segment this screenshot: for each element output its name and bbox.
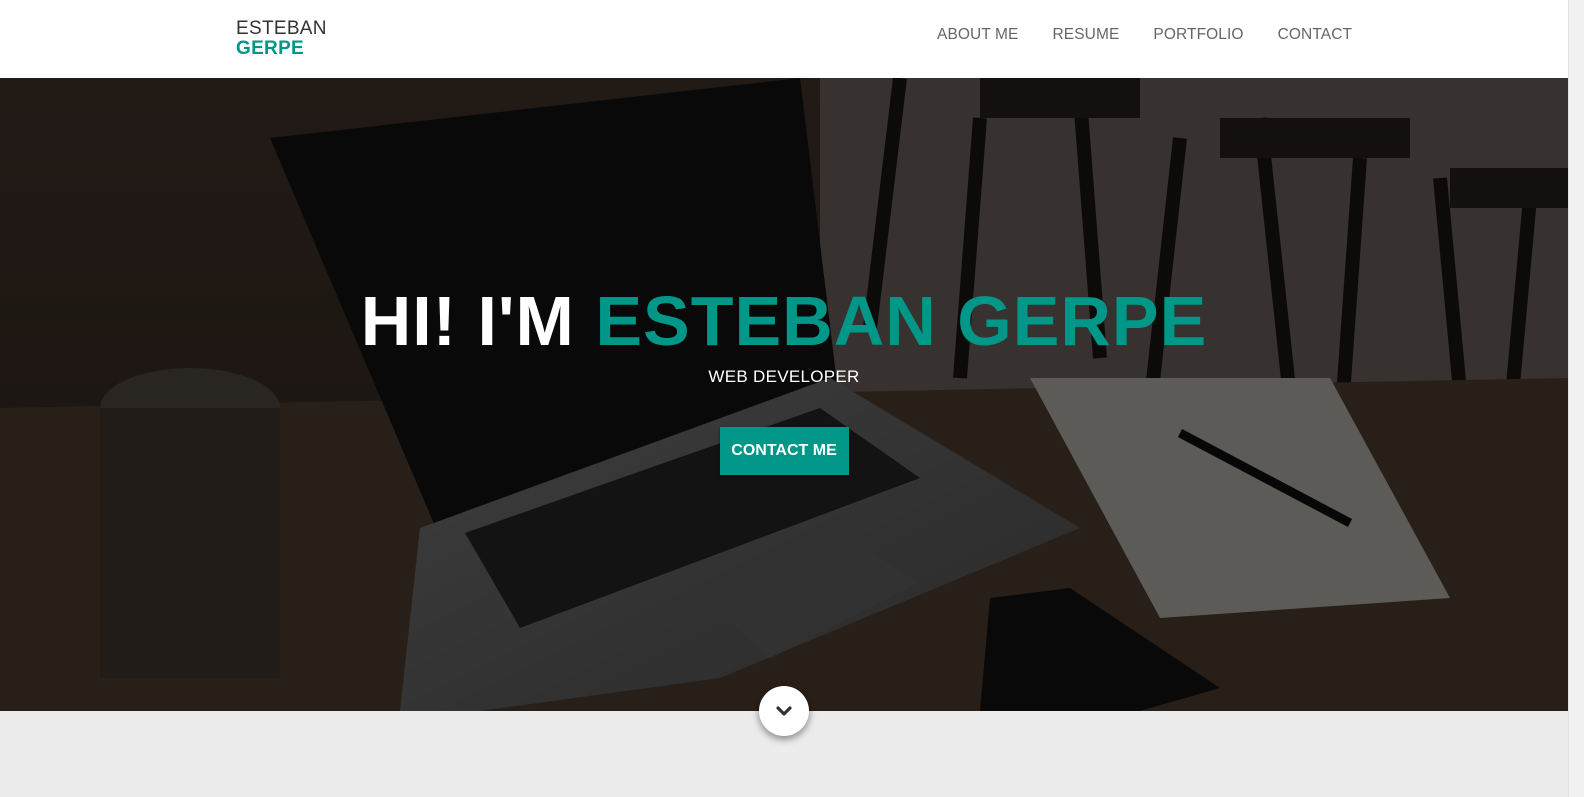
hero-name: ESTEBAN GERPE — [595, 282, 1208, 360]
contact-me-button[interactable]: CONTACT ME — [719, 427, 849, 475]
page-scrollbar[interactable] — [1568, 0, 1584, 797]
scroll-down-button[interactable] — [759, 686, 809, 736]
main-nav: ABOUT ME RESUME PORTFOLIO CONTACT — [937, 26, 1352, 44]
site-logo[interactable]: ESTEBAN GERPE — [236, 19, 327, 59]
brand-last-name: GERPE — [236, 38, 305, 59]
nav-link-resume[interactable]: RESUME — [1052, 26, 1119, 44]
hero-section: HI! I'M ESTEBAN GERPE WEB DEVELOPER CONT… — [0, 78, 1568, 711]
hero-content: HI! I'M ESTEBAN GERPE WEB DEVELOPER CONT… — [0, 281, 1568, 475]
hero-title: HI! I'M ESTEBAN GERPE — [0, 281, 1568, 361]
site-header: ESTEBAN GERPE ABOUT ME RESUME PORTFOLIO … — [0, 0, 1568, 78]
hero-greeting: HI! I'M — [360, 282, 575, 360]
brand-first-name: ESTEBAN — [236, 18, 327, 39]
hero-subtitle: WEB DEVELOPER — [708, 367, 860, 386]
chevron-down-icon — [776, 706, 792, 716]
nav-link-portfolio[interactable]: PORTFOLIO — [1153, 26, 1243, 44]
nav-link-contact[interactable]: CONTACT — [1278, 26, 1352, 44]
nav-link-about-me[interactable]: ABOUT ME — [937, 26, 1018, 44]
